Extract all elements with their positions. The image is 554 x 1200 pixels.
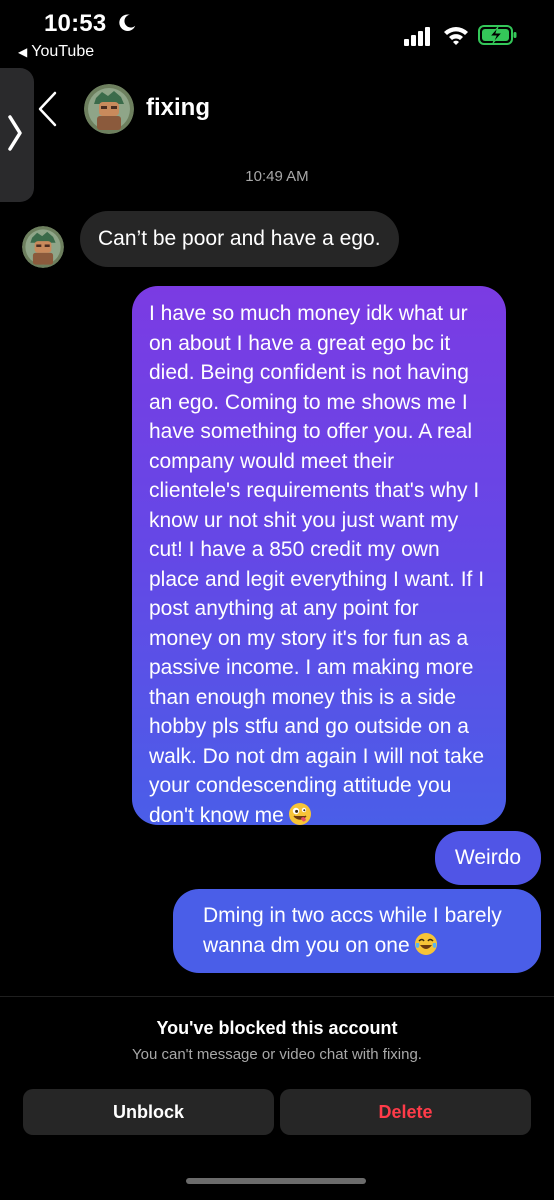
contact-name[interactable]: fixing [146, 94, 210, 122]
outgoing-message-line: Dming in two accs while I barely [203, 904, 502, 927]
status-time: 10:53 [44, 10, 107, 37]
divider [0, 996, 554, 997]
incoming-message-text: Can’t be poor and have a ego. [98, 227, 381, 250]
outgoing-message-text: Weirdo [454, 846, 522, 870]
moon-icon [119, 14, 136, 31]
unblock-button[interactable]: Unblock [23, 1089, 274, 1135]
tears-of-joy-emoji-icon [414, 932, 437, 955]
sender-avatar-image [22, 226, 64, 268]
outgoing-message-text: I have so much money idk what ur on abou… [149, 302, 485, 827]
back-app-label: YouTube [31, 43, 95, 60]
blocked-title: You've blocked this account [156, 1018, 398, 1038]
incoming-message[interactable]: Can’t be poor and have a ego. [80, 211, 399, 267]
delete-button[interactable]: Delete [280, 1089, 531, 1135]
blocked-subtitle: You can't message or video chat with fix… [132, 1046, 422, 1063]
thread-timestamp: 10:49 AM [245, 168, 309, 185]
home-indicator[interactable] [186, 1178, 366, 1184]
zany-face-emoji-icon [288, 802, 311, 825]
back-triangle-icon: ◀ [18, 45, 28, 59]
battery-charging-icon [478, 25, 517, 45]
back-chevron-icon[interactable] [36, 90, 58, 128]
outgoing-message-line: wanna dm you on one [203, 933, 410, 957]
outgoing-message[interactable]: Dming in two accs while I barely wanna d… [173, 889, 541, 973]
contact-avatar[interactable] [84, 84, 134, 134]
wifi-icon [444, 27, 468, 45]
back-to-app-link[interactable]: ◀ YouTube [18, 43, 94, 61]
avatar-image [84, 84, 134, 134]
status-bar: 10:53 ◀ YouTube [0, 0, 554, 66]
cellular-signal-icon [404, 27, 430, 46]
outgoing-message[interactable]: I have so much money idk what ur on abou… [132, 286, 506, 827]
outgoing-message[interactable]: Weirdo [435, 831, 541, 885]
sender-avatar[interactable] [22, 226, 64, 268]
chat-header: fixing [0, 76, 554, 146]
